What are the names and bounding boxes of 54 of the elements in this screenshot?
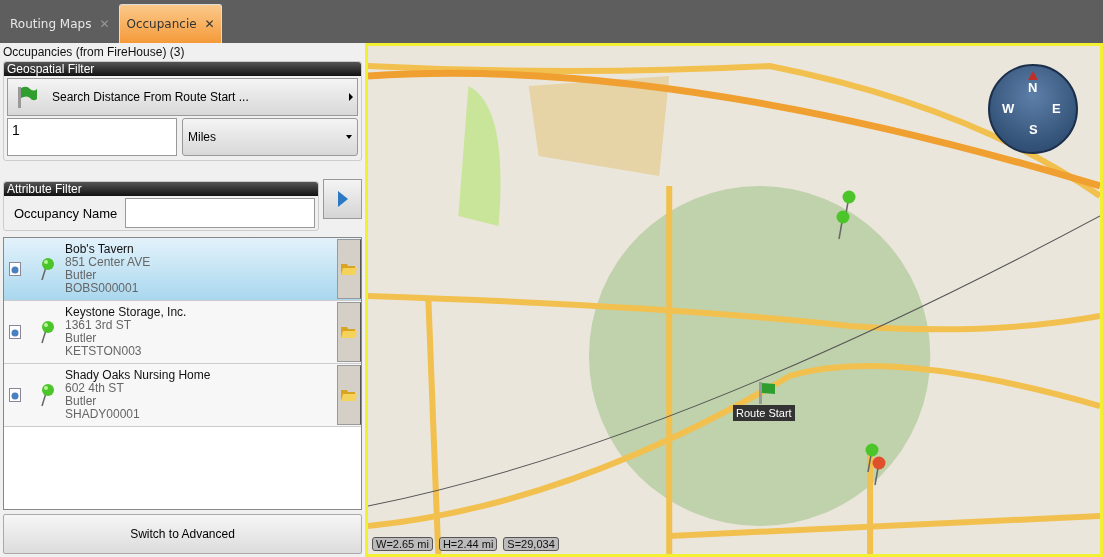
scale-readout: W=2.65 mi [372,537,433,551]
occupancy-item[interactable]: Shady Oaks Nursing Home 602 4th ST Butler SHADY00001 [4,364,361,427]
open-button[interactable] [337,239,361,299]
search-distance-button[interactable]: Search Distance From Route Start ... [7,78,358,116]
section-header: Attribute Filter [4,182,318,196]
flag-icon [16,85,38,109]
info-document-icon [9,262,21,276]
pin-icon [39,257,55,281]
occupancy-name-field[interactable] [125,198,315,228]
occupancy-name: Shady Oaks Nursing Home [65,369,212,382]
occupancy-code: SHADY00001 [65,408,141,421]
open-button[interactable] [337,302,361,362]
switch-to-advanced-button[interactable]: Switch to Advanced [3,514,362,554]
panel-title: Occupancies (from FireHouse) (3) [3,44,186,61]
map-pin-icon [864,443,880,473]
occupancy-name: Bob's Tavern [65,243,135,256]
folder-icon [340,388,358,402]
map-pin-icon [835,210,851,240]
tab-label: Routing Maps [10,16,92,31]
folder-icon [340,325,358,339]
occupancy-city: Butler [65,332,98,345]
info-document-icon [9,325,21,339]
occupancy-address: 602 4th ST [65,382,125,395]
occupancy-code: BOBS000001 [65,282,140,295]
play-icon [336,190,349,208]
caret-icon [349,93,353,101]
distance-field[interactable]: 1 [7,118,177,156]
close-icon[interactable]: ✕ [204,17,215,31]
pin-icon [39,320,55,344]
info-document-icon [9,388,21,402]
run-filter-button[interactable] [323,179,362,219]
tab-label: Occupancie [126,17,197,31]
occupancy-item[interactable]: Bob's Tavern 851 Center AVE Butler BOBS000001 [4,238,361,301]
open-button[interactable] [337,365,361,425]
occupancy-city: Butler [65,395,98,408]
occupancy-address: 1361 3rd ST [65,319,132,332]
folder-icon [340,262,358,276]
tab[interactable]: Occupancie ✕ [119,4,222,43]
unit-dropdown[interactable]: Miles [182,118,358,156]
scale-readout: H=2.44 mi [438,537,498,551]
occupancy-name: Keystone Storage, Inc. [65,306,188,319]
map-pin-icon [871,456,887,486]
occupancy-code: KETSTON003 [65,345,143,358]
occupancy-address: 851 Center AVE [65,256,152,269]
field-label: Occupancy Name [14,205,118,221]
flag-icon [758,381,776,405]
scale-readout: S=29,034 [503,537,559,551]
occupancy-item[interactable]: Keystone Storage, Inc. 1361 3rd ST Butler KETSTON003 [4,301,361,364]
occupancy-city: Butler [65,269,98,282]
section-header: Geospatial Filter [4,62,361,76]
route-start-tooltip: Route Start [733,405,795,421]
map-view[interactable]: Route Start N E S W W=2.65 mi H=2.44 mi S=29,034 [365,43,1103,557]
tab[interactable]: Routing Maps ✕ [4,4,116,43]
pin-icon [39,383,55,407]
